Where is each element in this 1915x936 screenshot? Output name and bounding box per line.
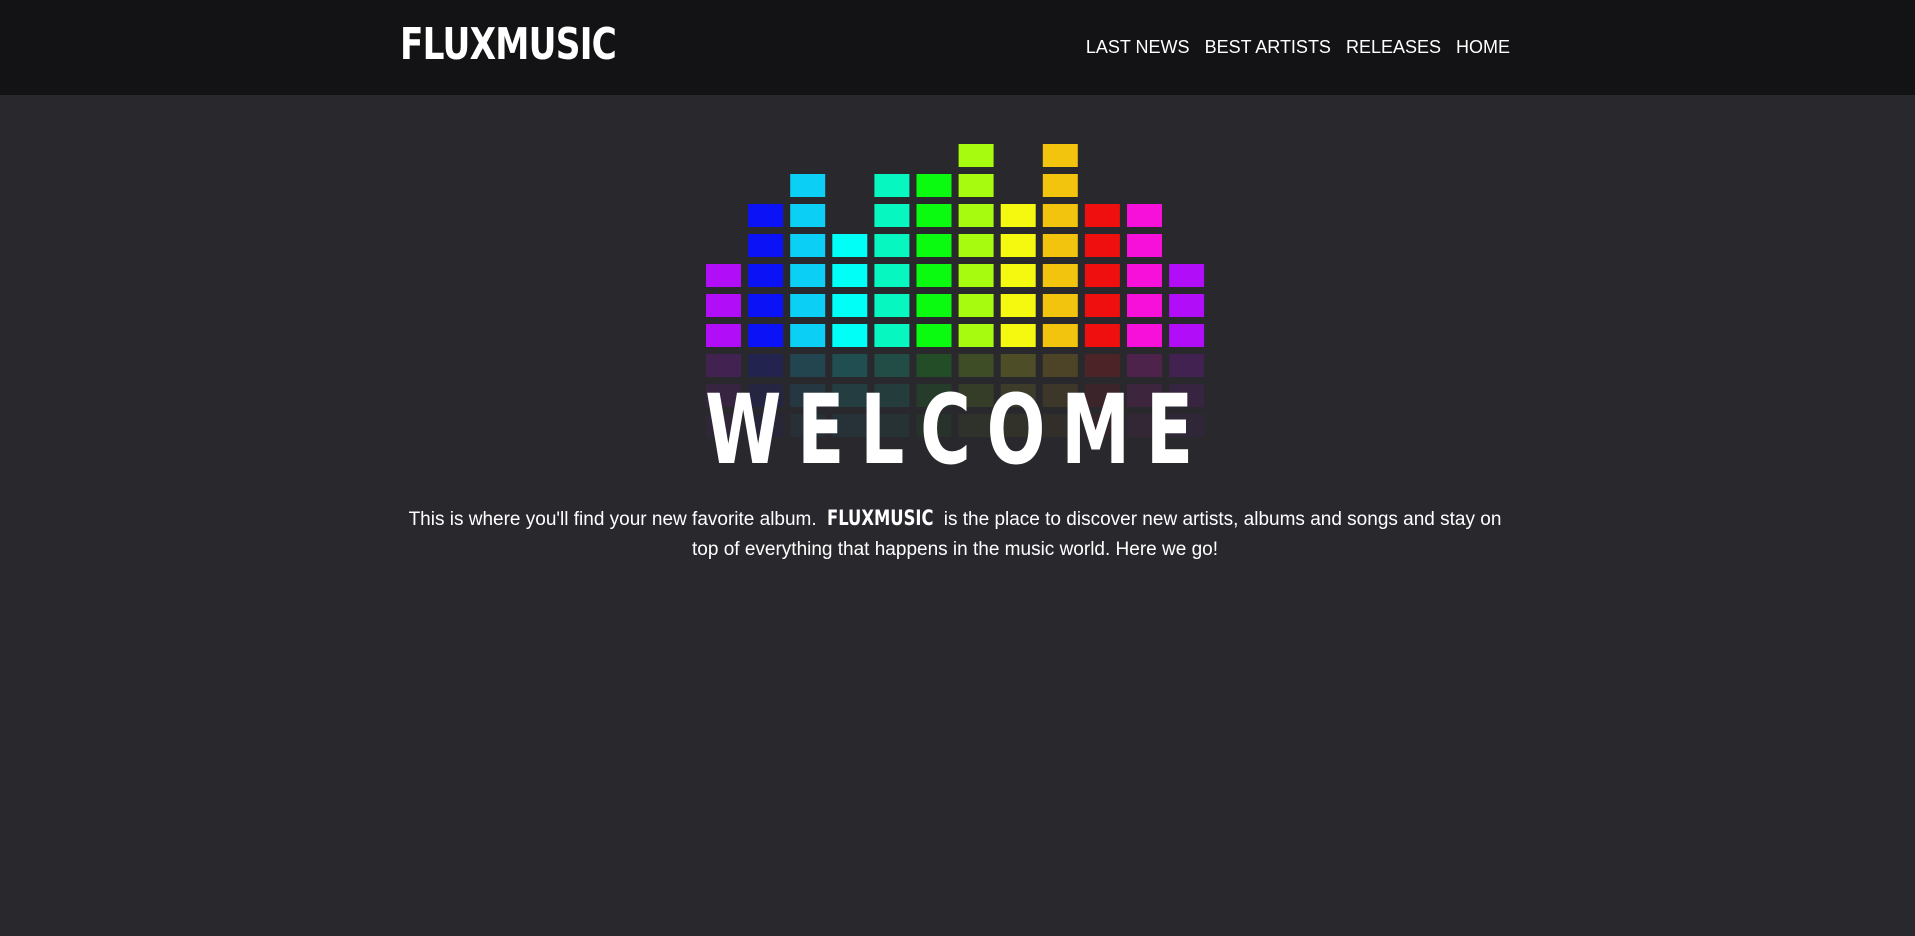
eq-block [1084,234,1120,257]
eq-block [1084,204,1120,227]
eq-block [790,174,826,197]
eq-block [790,324,826,347]
site-logo[interactable]: FLUXMUSIC [400,18,617,72]
eq-block [706,324,741,347]
eq-block [790,294,826,317]
eq-block [1169,324,1205,347]
eq-block [1169,294,1205,317]
eq-block [916,264,952,287]
eq-block [1042,324,1078,347]
intro-text-start: This is where you'll find your new favor… [408,509,822,530]
eq-block [1127,324,1162,347]
eq-block [874,264,910,287]
eq-block [1127,294,1162,317]
nav-link-releases[interactable]: RELEASES [1346,34,1441,60]
eq-block [1042,264,1078,287]
eq-block [958,234,994,257]
nav-link-last-news[interactable]: LAST NEWS [1086,34,1190,60]
eq-block [1042,204,1078,227]
nav-link-best-artists[interactable]: BEST ARTISTS [1205,34,1331,60]
eq-block [916,324,952,347]
eq-block [1000,294,1036,317]
eq-block [1042,234,1078,257]
eq-block [706,264,741,287]
eq-block [916,234,952,257]
welcome-title: WELCOME [705,374,1209,486]
eq-block [874,294,910,317]
eq-block [916,294,952,317]
eq-block [1042,174,1078,197]
eq-block [1042,294,1078,317]
eq-block [958,144,994,167]
eq-block [958,174,994,197]
intro-brand: FLUXMUSIC [826,506,934,530]
eq-block [958,264,994,287]
eq-block [790,264,826,287]
eq-block [874,174,910,197]
eq-block [1084,294,1120,317]
eq-block [748,264,784,287]
eq-block [832,264,868,287]
top-navbar: FLUXMUSIC LAST NEWS BEST ARTISTS RELEASE… [0,0,1915,95]
eq-block [706,294,741,317]
eq-block [748,234,784,257]
eq-block [832,294,868,317]
eq-block [1084,324,1120,347]
eq-block [958,324,994,347]
eq-block [958,294,994,317]
eq-block [916,204,952,227]
eq-block [1127,264,1162,287]
eq-block [790,204,826,227]
eq-block [916,174,952,197]
eq-block [832,234,868,257]
eq-block [748,324,784,347]
eq-block [1127,204,1162,227]
eq-block [1127,234,1162,257]
eq-block [790,234,826,257]
eq-block [1042,144,1078,167]
nav-link-home[interactable]: HOME [1456,34,1510,60]
intro-text: This is where you'll find your new favor… [400,503,1510,565]
eq-block [958,204,994,227]
eq-block [748,294,784,317]
eq-block [748,204,784,227]
eq-block [1169,264,1205,287]
eq-block [1084,264,1120,287]
eq-block [1000,204,1036,227]
eq-block [1000,264,1036,287]
eq-block [1000,324,1036,347]
eq-block [874,234,910,257]
eq-block [1000,234,1036,257]
main-nav: LAST NEWS BEST ARTISTS RELEASES HOME [1086,34,1510,60]
eq-block [874,204,910,227]
eq-block [874,324,910,347]
eq-block [832,324,868,347]
